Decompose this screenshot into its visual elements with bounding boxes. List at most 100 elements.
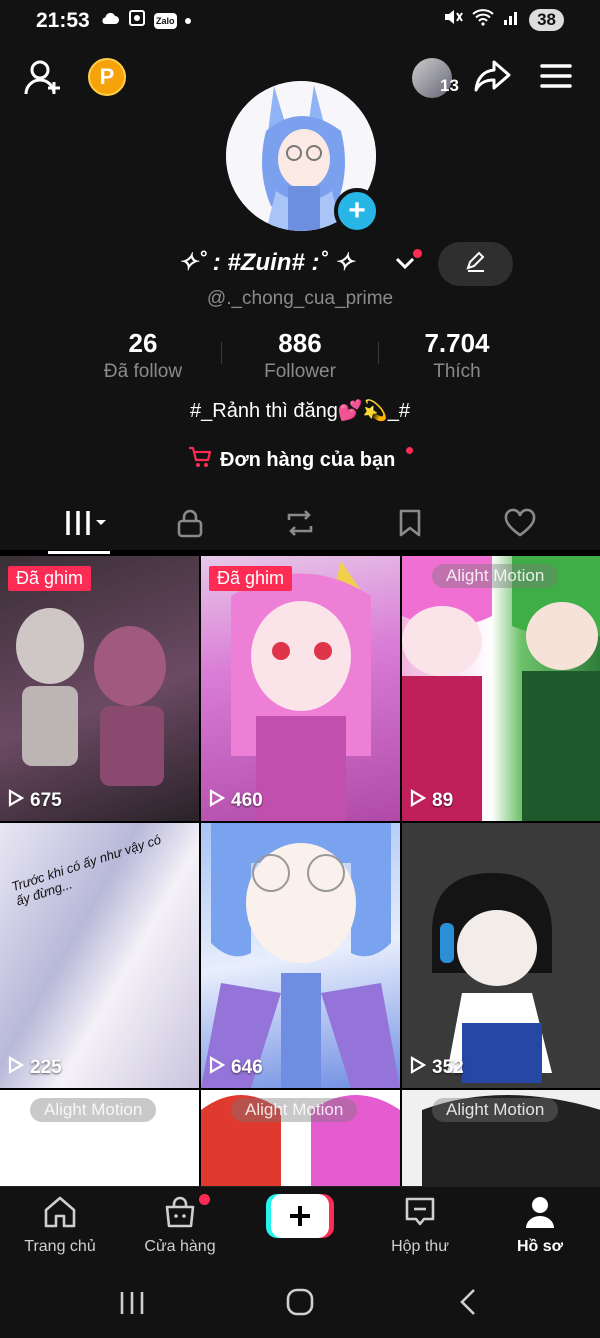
watermark: Alight Motion [30,1098,157,1122]
create-icon [266,1194,334,1242]
play-icon [410,789,427,813]
stat-label: Follower [264,361,336,382]
display-name: ✧˚ : #Zuin# :˚ ✧ [178,249,355,276]
create-button[interactable] [266,1194,334,1238]
bio: #_Rảnh thì đăng💕💫_# [190,400,410,422]
video-thumbnail[interactable]: Alight Motion [0,1090,199,1186]
wifi-icon [471,8,495,31]
stat-followers[interactable]: 886 Follower [220,328,380,383]
add-friend-icon[interactable] [24,58,64,101]
tab-liked[interactable] [490,508,550,542]
watermark: Alight Motion [432,1098,559,1122]
battery-indicator: 38 [529,8,564,31]
home-icon [42,1196,78,1233]
status-bar: 21:53 Zalo 38 [0,0,600,40]
orders-dot [406,447,413,454]
view-count-text: 646 [231,1057,263,1078]
play-icon [410,1056,427,1080]
notification-dot [413,249,422,258]
view-count: 646 [209,1056,263,1080]
nav-label: Hồ sơ [516,1238,564,1255]
nav-label: Trang chủ [24,1238,96,1255]
video-thumbnail[interactable]: 352 [402,823,600,1088]
video-thumbnail[interactable]: Alight Motion 89 [402,556,600,821]
orders-label: Đơn hàng của bạn [220,448,396,471]
play-icon [209,1056,226,1080]
profile-icon [522,1197,558,1233]
heart-icon [503,508,537,543]
recent-apps-icon[interactable] [118,1290,146,1321]
view-count: 675 [8,789,62,813]
tab-reposts[interactable] [270,508,330,542]
shop-icon [162,1196,198,1233]
nav-inbox[interactable]: Hộp thư [360,1195,480,1256]
orders-link[interactable]: Đơn hàng của bạn [188,446,395,474]
bookmark-icon [397,508,423,543]
nav-label: Cửa hàng [144,1238,216,1255]
pencil-icon [465,251,487,278]
view-count-text: 675 [30,790,62,811]
stat-likes[interactable]: 7.704 Thích [377,328,537,383]
stat-label: Đã follow [103,361,183,382]
cart-icon [188,446,212,474]
stat-value: 886 [278,328,322,358]
pinned-badge: Đã ghim [209,566,293,591]
video-caption: Trước khi có ấy như vậy có ấy đừng... [9,831,163,909]
tab-private[interactable] [160,508,220,542]
view-count: 89 [410,789,453,813]
edit-profile-button[interactable] [438,242,513,286]
repost-icon [283,508,317,543]
system-nav-bar [0,1268,600,1338]
nav-home[interactable]: Trang chủ [0,1195,120,1256]
video-grid: Đã ghim 675 Đã ghim 460 Alight Motion 89… [0,556,600,1186]
status-right-icons: 38 [443,8,564,31]
tab-saved[interactable] [380,508,440,542]
back-icon[interactable] [458,1288,478,1321]
view-count: 460 [209,789,263,813]
pinned-badge: Đã ghim [8,566,92,591]
chevron-down-icon[interactable] [394,252,416,280]
stat-value: 26 [128,328,158,358]
menu-icon[interactable] [540,62,572,95]
points-badge[interactable]: P [88,58,126,96]
add-avatar-button[interactable]: + [334,188,380,234]
zalo-icon: Zalo [154,12,177,29]
dot-icon [184,17,191,24]
nav-profile[interactable]: Hồ sơ [480,1195,600,1256]
friends-count: 13 [440,76,459,95]
nav-label: Hộp thư [391,1238,449,1255]
view-count-text: 460 [231,790,263,811]
view-count-text: 89 [432,790,454,811]
video-thumbnail[interactable]: 646 [201,823,400,1088]
play-icon [8,1056,25,1080]
active-tab-indicator [48,551,110,554]
video-thumbnail[interactable]: Đã ghim 675 [0,556,199,821]
tab-videos[interactable] [54,508,114,542]
play-icon [8,789,25,813]
stat-label: Thích [433,361,481,382]
profile-tabs [0,500,600,555]
signal-icon [503,8,521,31]
share-icon[interactable] [474,58,512,99]
screenshot-icon [128,9,146,32]
watermark: Alight Motion [432,564,559,588]
play-icon [209,789,226,813]
view-count: 352 [410,1056,464,1080]
nav-shop[interactable]: Cửa hàng [120,1195,240,1256]
video-thumbnail[interactable]: Alight Motion [201,1090,400,1186]
stat-value: 7.704 [424,328,490,358]
video-thumbnail[interactable]: Trước khi có ấy như vậy có ấy đừng... 22… [0,823,199,1088]
mute-icon [443,8,463,31]
view-count-text: 225 [30,1057,62,1078]
inbox-icon [402,1197,438,1233]
video-thumbnail[interactable]: Alight Motion [402,1090,600,1186]
shop-notification-dot [199,1194,210,1205]
home-button-icon[interactable] [286,1288,314,1321]
stat-following[interactable]: 26 Đã follow [63,328,223,383]
view-count: 225 [8,1056,62,1080]
video-thumbnail[interactable]: Đã ghim 460 [201,556,400,821]
view-count-text: 352 [432,1057,464,1078]
status-left-icons: Zalo [100,9,191,32]
lock-icon [176,508,204,543]
status-time: 21:53 [36,9,90,32]
